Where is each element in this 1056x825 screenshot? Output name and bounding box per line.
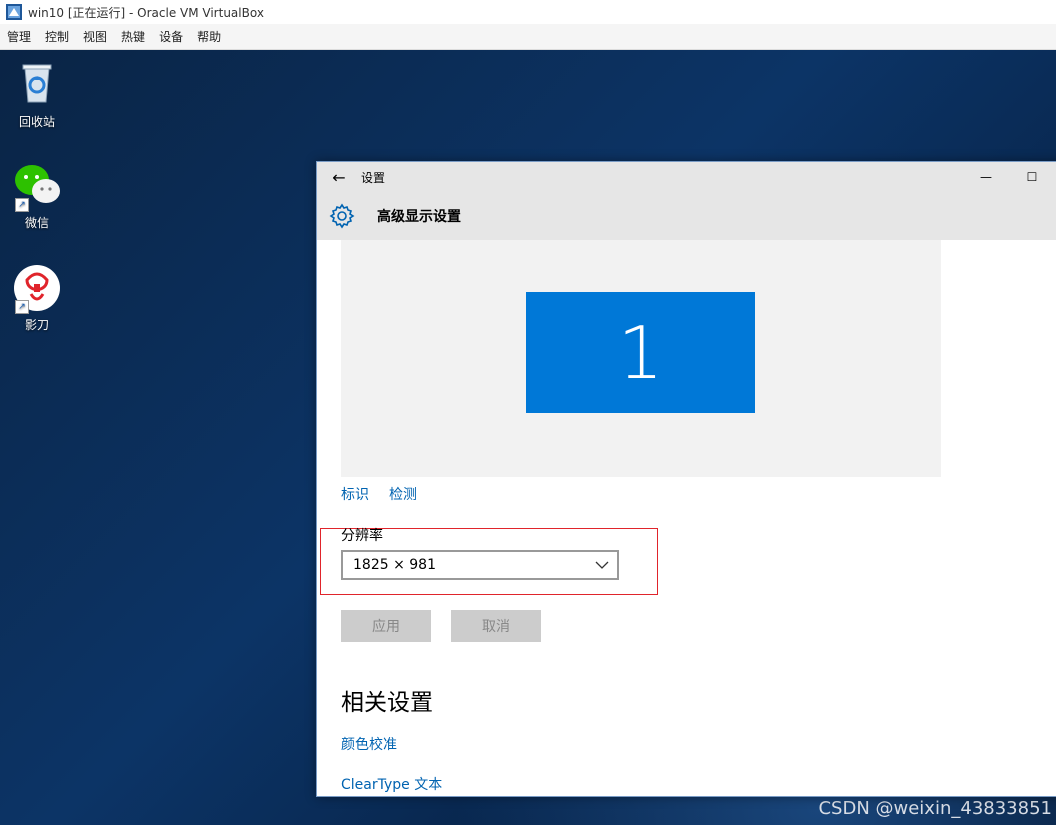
yingdao-icon: ↗ [13, 264, 61, 314]
maximize-button[interactable]: ☐ [1009, 162, 1055, 192]
menu-hotkeys[interactable]: 热键 [114, 28, 152, 45]
desktop-icon-label: 微信 [24, 216, 49, 230]
display-preview-area: 1 [341, 240, 941, 477]
display-actions: 标识 检测 [341, 484, 417, 504]
virtualbox-app-icon [6, 4, 22, 20]
page-header: 高级显示设置 [317, 192, 1056, 240]
settings-content: 1 标识 检测 分辨率 1825 × 981 应用 取消 相关设置 颜色校准 C… [317, 240, 1056, 796]
maximize-icon: ☐ [1026, 170, 1038, 184]
shortcut-arrow-icon: ↗ [15, 300, 29, 314]
desktop-icon-label: 回收站 [18, 115, 55, 129]
vbox-title-bar: win10 [正在运行] - Oracle VM VirtualBox [0, 0, 1056, 24]
cleartype-text-link[interactable]: ClearType 文本 [341, 774, 442, 794]
menu-manage[interactable]: 管理 [0, 28, 38, 45]
menu-help[interactable]: 帮助 [190, 28, 228, 45]
desktop-icon-recycle-bin[interactable]: 回收站 [2, 58, 72, 130]
cancel-button[interactable]: 取消 [451, 610, 541, 642]
settings-window-title: 设置 [361, 170, 386, 185]
menu-control[interactable]: 控制 [38, 28, 76, 45]
back-button[interactable]: ← [317, 162, 361, 192]
settings-window: ← 设置 — ☐ 高级显示设置 1 标识 检测 分辨率 1825 × 981 应… [316, 161, 1056, 797]
page-title: 高级显示设置 [377, 209, 461, 225]
settings-title-bar: ← 设置 — ☐ [317, 162, 1056, 192]
arrow-left-icon: ← [332, 167, 346, 187]
menu-view[interactable]: 视图 [76, 28, 114, 45]
resolution-dropdown[interactable]: 1825 × 981 [341, 550, 619, 580]
resolution-value: 1825 × 981 [353, 557, 436, 573]
detect-link[interactable]: 检测 [389, 484, 417, 504]
menu-devices[interactable]: 设备 [152, 28, 190, 45]
vbox-menu-bar: 管理 控制 视图 热键 设备 帮助 [0, 24, 1056, 50]
desktop-icon-wechat[interactable]: ↗ 微信 [2, 162, 72, 231]
related-settings-heading: 相关设置 [341, 690, 433, 716]
minimize-button[interactable]: — [963, 162, 1009, 192]
wechat-icon: ↗ [13, 162, 61, 212]
shortcut-arrow-icon: ↗ [15, 198, 29, 212]
desktop-icon-yingdao[interactable]: ↗ 影刀 [2, 264, 72, 333]
apply-button[interactable]: 应用 [341, 610, 431, 642]
monitor-1-tile[interactable]: 1 [526, 292, 755, 413]
chevron-down-icon [595, 561, 609, 569]
resolution-label: 分辨率 [341, 528, 383, 544]
identify-link[interactable]: 标识 [341, 484, 369, 504]
color-calibration-link[interactable]: 颜色校准 [341, 734, 397, 754]
recycle-bin-icon [22, 64, 52, 103]
minimize-icon: — [980, 170, 992, 184]
desktop-icon-label: 影刀 [24, 318, 49, 332]
gear-icon [329, 203, 355, 229]
csdn-watermark: CSDN @weixin_43833851 [818, 798, 1052, 819]
vbox-window-title: win10 [正在运行] - Oracle VM VirtualBox [28, 5, 264, 20]
action-buttons: 应用 取消 [341, 610, 541, 642]
